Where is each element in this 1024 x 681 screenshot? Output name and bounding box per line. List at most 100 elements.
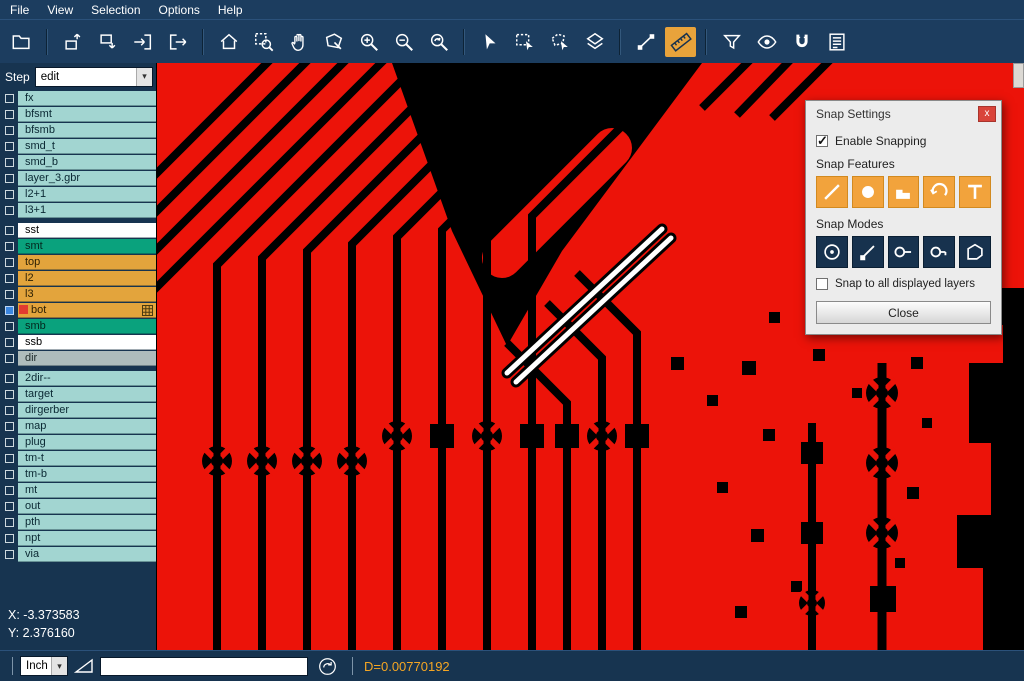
layers-diamond-icon[interactable] bbox=[579, 27, 610, 57]
layer-row-sst[interactable]: sst bbox=[0, 222, 156, 238]
menu-selection[interactable]: Selection bbox=[89, 3, 150, 17]
layer-label[interactable]: top bbox=[18, 255, 156, 270]
enable-snapping-checkbox[interactable] bbox=[816, 135, 828, 147]
report-list-icon[interactable] bbox=[821, 27, 852, 57]
layer-label[interactable]: target bbox=[18, 387, 156, 402]
snap-all-layers-row[interactable]: Snap to all displayed layers bbox=[816, 278, 991, 290]
layer-checkbox[interactable] bbox=[5, 174, 14, 183]
layer-label[interactable]: ssb bbox=[18, 335, 156, 350]
layer-checkbox[interactable] bbox=[5, 242, 14, 251]
layer-row-smd_b[interactable]: smd_b bbox=[0, 154, 156, 170]
step-select[interactable]: edit ▾ bbox=[35, 67, 153, 87]
layer-label[interactable]: sst bbox=[18, 223, 156, 238]
snap-all-layers-checkbox[interactable] bbox=[816, 278, 828, 290]
export-step-up-icon[interactable] bbox=[57, 27, 88, 57]
mode-point-icon[interactable] bbox=[852, 236, 884, 268]
measure-ruler-icon[interactable] bbox=[665, 27, 696, 57]
layer-row-l2[interactable]: l2 bbox=[0, 270, 156, 286]
layer-label[interactable]: smb bbox=[18, 319, 156, 334]
mode-center-icon[interactable] bbox=[816, 236, 848, 268]
chevron-down-icon[interactable]: ▾ bbox=[136, 68, 152, 86]
snap-magnet-icon[interactable] bbox=[786, 27, 817, 57]
layer-checkbox[interactable] bbox=[5, 374, 14, 383]
layer-label[interactable]: pth bbox=[18, 515, 156, 530]
layer-checkbox[interactable] bbox=[5, 142, 14, 151]
layer-label[interactable]: l2 bbox=[18, 271, 156, 286]
home-view-icon[interactable] bbox=[213, 27, 244, 57]
menu-options[interactable]: Options bbox=[157, 3, 210, 17]
enable-snapping-row[interactable]: Enable Snapping bbox=[816, 134, 991, 148]
unit-select[interactable]: Inch ▾ bbox=[20, 656, 68, 676]
layer-row-fx[interactable]: fx bbox=[0, 90, 156, 106]
layer-label[interactable]: 2dir-- bbox=[18, 371, 156, 386]
layer-checkbox[interactable] bbox=[5, 438, 14, 447]
layer-label[interactable]: mt bbox=[18, 483, 156, 498]
layer-label[interactable]: out bbox=[18, 499, 156, 514]
layer-checkbox[interactable] bbox=[5, 354, 14, 363]
select-window-icon[interactable] bbox=[509, 27, 540, 57]
layer-checkbox[interactable] bbox=[5, 422, 14, 431]
snap-line-icon[interactable] bbox=[816, 176, 848, 208]
layer-label[interactable]: npt bbox=[18, 531, 156, 546]
layer-checkbox[interactable] bbox=[5, 406, 14, 415]
layer-row-l3[interactable]: l3 bbox=[0, 286, 156, 302]
layer-row-smb[interactable]: smb bbox=[0, 318, 156, 334]
protractor-icon[interactable] bbox=[74, 658, 94, 674]
layer-row-top[interactable]: top bbox=[0, 254, 156, 270]
close-icon[interactable]: x bbox=[978, 106, 996, 122]
menu-view[interactable]: View bbox=[45, 3, 83, 17]
layer-row-map[interactable]: map bbox=[0, 418, 156, 434]
layer-checkbox[interactable] bbox=[5, 390, 14, 399]
layer-label[interactable]: l3 bbox=[18, 287, 156, 302]
refresh-icon[interactable] bbox=[318, 657, 337, 676]
mode-key-closed-icon[interactable] bbox=[923, 236, 955, 268]
layer-label[interactable]: tm-b bbox=[18, 467, 156, 482]
layer-checkbox[interactable] bbox=[5, 550, 14, 559]
layer-checkbox[interactable] bbox=[5, 258, 14, 267]
layer-row-out[interactable]: out bbox=[0, 498, 156, 514]
zoom-previous-icon[interactable] bbox=[423, 27, 454, 57]
layer-checkbox[interactable] bbox=[5, 110, 14, 119]
snap-corner-icon[interactable] bbox=[888, 176, 920, 208]
layer-row-dirgerber[interactable]: dirgerber bbox=[0, 402, 156, 418]
layer-row-dir[interactable]: dir bbox=[0, 350, 156, 366]
layer-label[interactable]: l3+1 bbox=[18, 203, 156, 218]
layer-row-layer_3.gbr[interactable]: layer_3.gbr bbox=[0, 170, 156, 186]
layer-checkbox[interactable] bbox=[5, 226, 14, 235]
layer-row-pth[interactable]: pth bbox=[0, 514, 156, 530]
layer-label[interactable]: layer_3.gbr bbox=[18, 171, 156, 186]
pan-hand-icon[interactable] bbox=[283, 27, 314, 57]
layer-label[interactable]: smt bbox=[18, 239, 156, 254]
layer-checkbox[interactable] bbox=[5, 274, 14, 283]
snap-text-icon[interactable] bbox=[959, 176, 991, 208]
polygon-draw-icon[interactable] bbox=[318, 27, 349, 57]
layer-row-ssb[interactable]: ssb bbox=[0, 334, 156, 350]
snap-dialog-titlebar[interactable]: Snap Settings x bbox=[806, 101, 1001, 126]
layer-checkbox[interactable] bbox=[5, 502, 14, 511]
snap-pad-icon[interactable] bbox=[852, 176, 884, 208]
zoom-in-icon[interactable] bbox=[353, 27, 384, 57]
chevron-down-icon[interactable]: ▾ bbox=[51, 657, 67, 675]
import-step-down-icon[interactable] bbox=[92, 27, 123, 57]
scrollbar-thumb[interactable] bbox=[1013, 63, 1024, 88]
layer-checkbox[interactable] bbox=[5, 322, 14, 331]
layer-checkbox[interactable] bbox=[5, 94, 14, 103]
select-polygon-icon[interactable] bbox=[544, 27, 575, 57]
layer-label[interactable]: dirgerber bbox=[18, 403, 156, 418]
layer-row-l3+1[interactable]: l3+1 bbox=[0, 202, 156, 218]
layer-checkbox[interactable] bbox=[5, 454, 14, 463]
zoom-window-icon[interactable] bbox=[248, 27, 279, 57]
layer-checkbox[interactable] bbox=[5, 206, 14, 215]
layer-checkbox[interactable] bbox=[5, 534, 14, 543]
draw-line-icon[interactable] bbox=[630, 27, 661, 57]
layer-row-bfsmt[interactable]: bfsmt bbox=[0, 106, 156, 122]
layer-checkbox[interactable] bbox=[5, 470, 14, 479]
layer-label[interactable]: fx bbox=[18, 91, 156, 106]
layer-checkbox[interactable] bbox=[5, 190, 14, 199]
layer-checkbox[interactable] bbox=[5, 338, 14, 347]
view-eye-icon[interactable] bbox=[751, 27, 782, 57]
close-button[interactable]: Close bbox=[816, 301, 991, 324]
measure-input[interactable] bbox=[100, 657, 308, 676]
layer-row-bfsmb[interactable]: bfsmb bbox=[0, 122, 156, 138]
layer-label[interactable]: plug bbox=[18, 435, 156, 450]
